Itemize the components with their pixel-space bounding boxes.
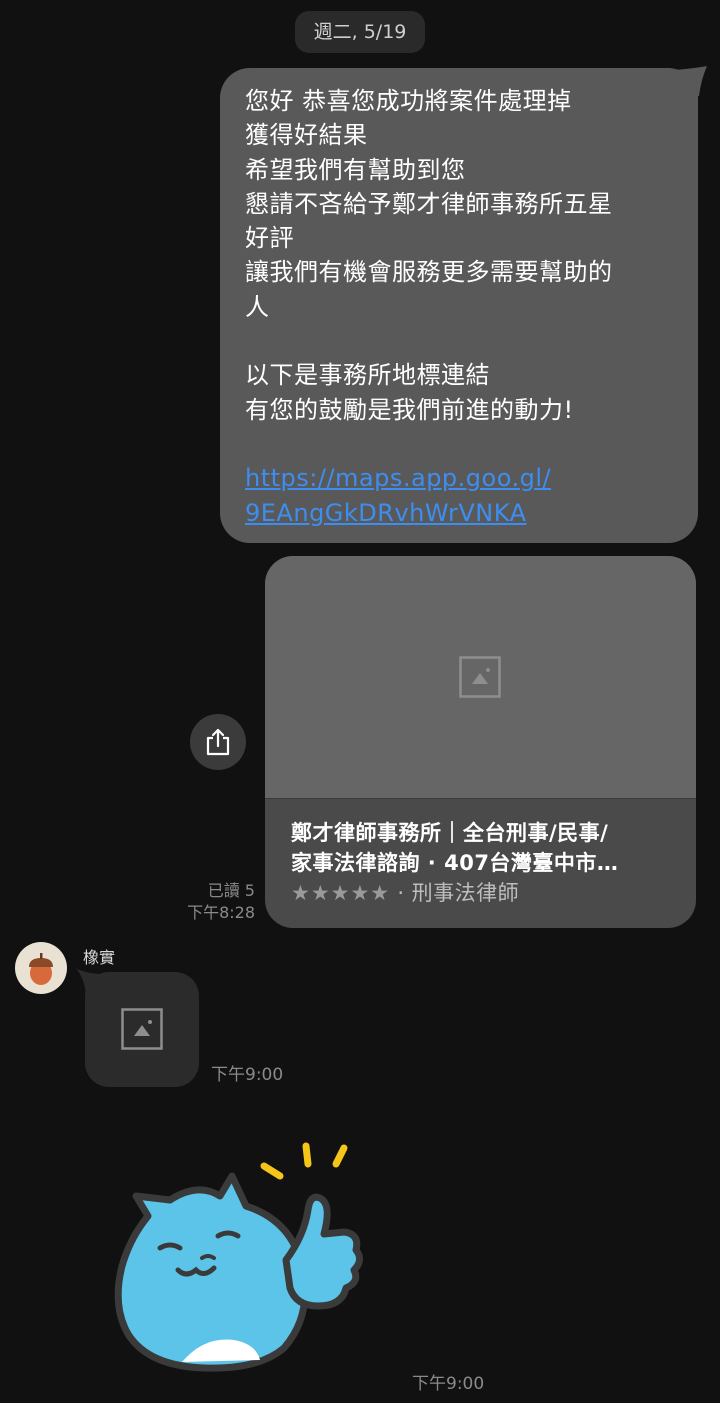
message-line: 希望我們有幫助到您 bbox=[245, 155, 466, 184]
message-line: 懇請不吝給予鄭才律師事務所五星 bbox=[245, 189, 613, 218]
message-line: 好評 bbox=[245, 224, 294, 253]
date-header: 週二, 5/19 bbox=[295, 11, 425, 53]
message-time: 下午8:28 bbox=[187, 903, 255, 922]
message-line: 獲得好結果 bbox=[245, 121, 368, 150]
acorn-icon bbox=[29, 953, 53, 985]
message-line: 人 bbox=[245, 292, 270, 321]
share-button[interactable] bbox=[190, 714, 246, 770]
read-receipt: 已讀 5 下午8:28 bbox=[187, 880, 255, 924]
share-icon bbox=[206, 728, 230, 756]
link-preview-title: 家事法律諮詢 · 407台灣臺中市… bbox=[291, 851, 619, 875]
outgoing-message-bubble[interactable]: 您好 恭喜您成功將案件處理掉 獲得好結果 希望我們有幫助到您 懇請不吝給予鄭才律… bbox=[220, 68, 698, 543]
image-placeholder-icon bbox=[459, 656, 501, 698]
image-placeholder-icon bbox=[121, 1008, 163, 1050]
message-line: 您好 恭喜您成功將案件處理掉 bbox=[245, 87, 572, 115]
message-line: 有您的鼓勵是我們前進的動力! bbox=[245, 395, 574, 424]
cat-thumbs-up-sticker[interactable] bbox=[108, 1138, 378, 1378]
message-time: 下午9:00 bbox=[412, 1374, 485, 1394]
message-line: 讓我們有機會服務更多需要幫助的 bbox=[245, 258, 613, 287]
link-preview-card[interactable]: 鄭才律師事務所｜全台刑事/民事/ 家事法律諮詢 · 407台灣臺中市… ★★★★… bbox=[265, 556, 696, 928]
link-preview-image bbox=[265, 556, 696, 799]
maps-link[interactable]: https://maps.app.goo.gl/ bbox=[245, 461, 676, 495]
link-preview-title: 鄭才律師事務所｜全台刑事/民事/ bbox=[291, 821, 609, 845]
rating-stars: ★★★★★ bbox=[291, 881, 391, 905]
link-preview-text: 鄭才律師事務所｜全台刑事/民事/ 家事法律諮詢 · 407台灣臺中市… ★★★★… bbox=[291, 818, 683, 908]
incoming-image-bubble[interactable] bbox=[85, 972, 199, 1087]
message-line: 以下是事務所地標連結 bbox=[245, 361, 490, 390]
link-preview-rating: ★★★★★ · 刑事法律師 bbox=[291, 878, 683, 908]
maps-link[interactable]: 9EAngGkDRvhWrVNKA bbox=[245, 496, 676, 530]
sender-name: 橡實 bbox=[83, 948, 116, 967]
message-time: 下午9:00 bbox=[211, 1065, 284, 1085]
read-count: 已讀 5 bbox=[207, 881, 255, 900]
link-preview-category: · 刑事法律師 bbox=[390, 881, 520, 905]
avatar[interactable] bbox=[15, 942, 67, 994]
